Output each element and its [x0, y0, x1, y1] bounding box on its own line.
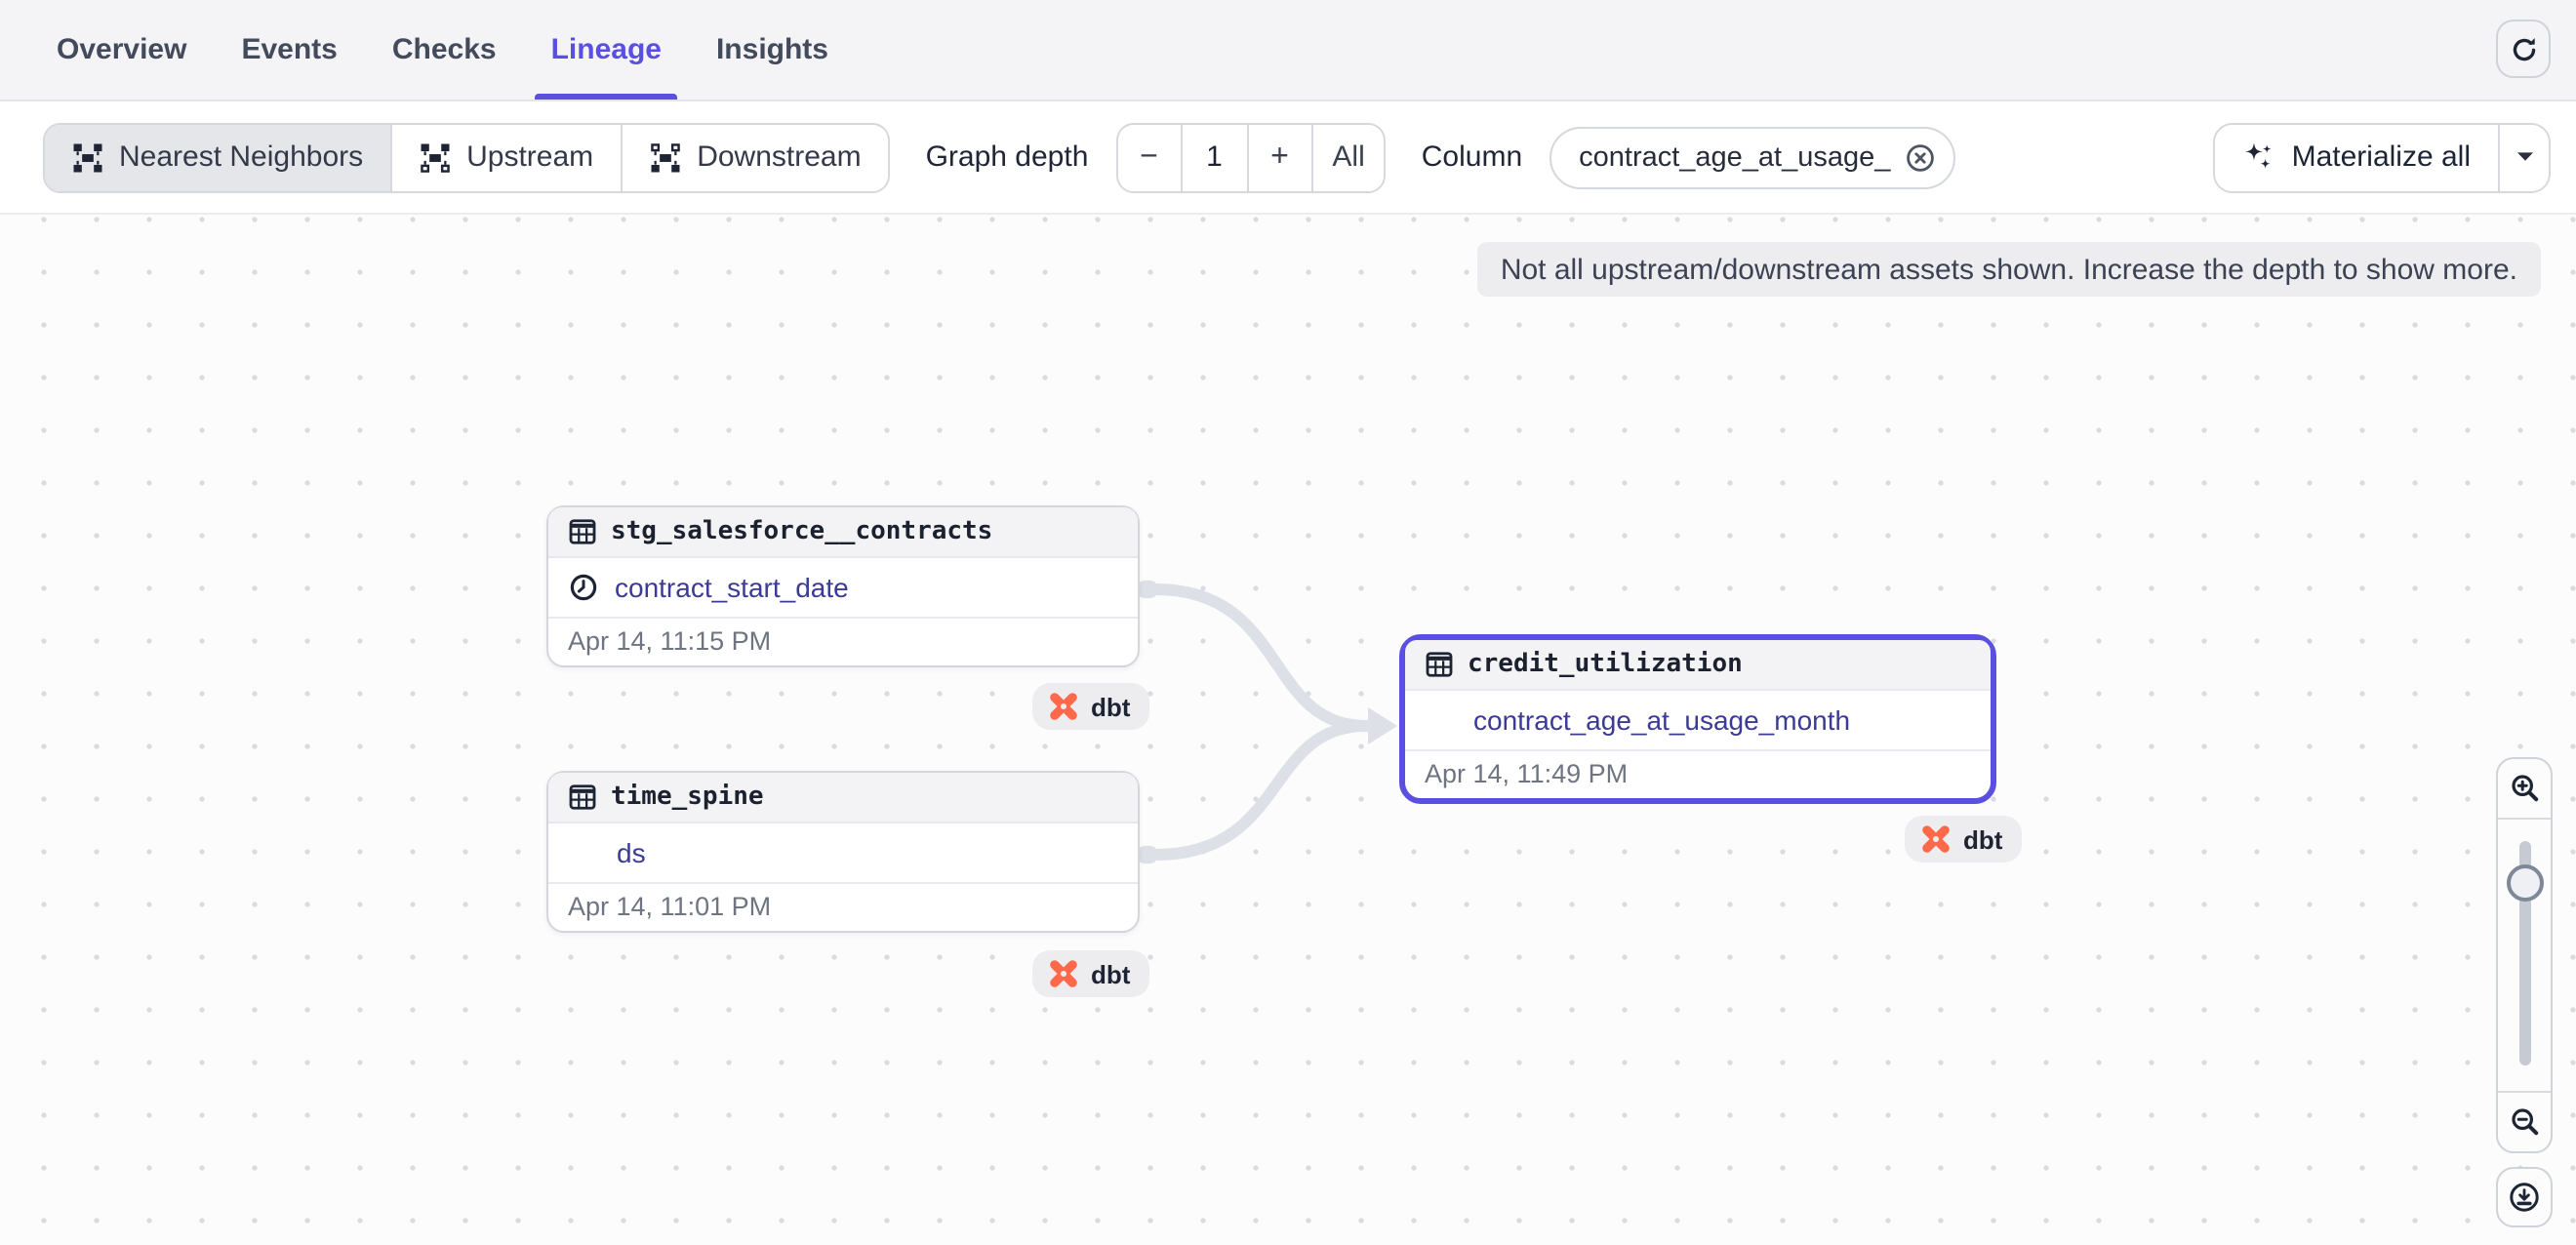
- lineage-toolbar: Nearest Neighbors Upstream: [0, 101, 2576, 215]
- node-title: time_spine: [611, 783, 764, 812]
- view-mode-nearest-neighbors[interactable]: Nearest Neighbors: [45, 124, 392, 190]
- materialize-all-label: Materialize all: [2292, 141, 2471, 174]
- refresh-button[interactable]: [2496, 20, 2551, 78]
- node-timestamp: Apr 14, 11:49 PM: [1405, 749, 1991, 798]
- center-view-icon: [2508, 1181, 2541, 1214]
- column-name: ds: [617, 837, 646, 868]
- materialize-dropdown-button[interactable]: [2498, 124, 2549, 190]
- node-header: time_spine: [548, 773, 1138, 823]
- zoom-out-button[interactable]: [2498, 1091, 2551, 1151]
- view-mode-label: Downstream: [697, 141, 861, 174]
- view-mode-label: Upstream: [466, 141, 593, 174]
- zoom-panel: [2496, 757, 2553, 1153]
- node-column-contract-start-date[interactable]: contract_start_date: [548, 558, 1138, 617]
- zoom-in-icon: [2509, 773, 2540, 804]
- node-stg-salesforce-contracts[interactable]: stg_salesforce__contracts contract_start…: [546, 505, 1140, 667]
- clear-column-filter-icon[interactable]: [1904, 141, 1935, 173]
- dbt-badge: dbt: [1905, 816, 2022, 863]
- dbt-badge: dbt: [1032, 950, 1149, 997]
- view-mode-group: Nearest Neighbors Upstream: [43, 122, 891, 192]
- view-mode-label: Nearest Neighbors: [119, 141, 363, 174]
- materialize-all-button[interactable]: Materialize all: [2216, 124, 2498, 190]
- tab-insights[interactable]: Insights: [704, 0, 840, 100]
- depth-all-button[interactable]: All: [1312, 124, 1384, 190]
- node-time-spine[interactable]: time_spine ds Apr 14, 11:01 PM: [546, 771, 1140, 933]
- zoom-slider-knob[interactable]: [2506, 864, 2543, 902]
- lineage-canvas[interactable]: Not all upstream/downstream assets shown…: [0, 215, 2576, 1245]
- column-filter-value: contract_age_at_usage_: [1579, 141, 1890, 173]
- dbt-logo-icon: [1920, 823, 1952, 855]
- dbt-logo-icon: [1048, 691, 1079, 722]
- upstream-icon: [420, 141, 451, 173]
- depth-decrease-button[interactable]: −: [1117, 124, 1182, 190]
- column-filter-chip[interactable]: contract_age_at_usage_: [1550, 126, 1954, 188]
- view-mode-downstream[interactable]: Downstream: [623, 124, 888, 190]
- column-filter-label: Column: [1422, 141, 1522, 174]
- zoom-in-button[interactable]: [2498, 759, 2551, 820]
- materialize-split-button: Materialize all: [2214, 122, 2551, 192]
- tab-lineage[interactable]: Lineage: [540, 0, 673, 100]
- clock-icon: [568, 572, 599, 603]
- dbt-badge: dbt: [1032, 683, 1149, 730]
- node-header: stg_salesforce__contracts: [548, 507, 1138, 558]
- dbt-badge-label: dbt: [1091, 692, 1130, 721]
- table-icon: [568, 517, 597, 546]
- depth-increase-button[interactable]: +: [1248, 124, 1312, 190]
- depth-value: 1: [1182, 124, 1248, 190]
- top-navbar: Overview Events Checks Lineage Insights: [0, 0, 2576, 101]
- tab-checks[interactable]: Checks: [381, 0, 508, 100]
- node-column-ds[interactable]: ds: [548, 823, 1138, 882]
- dbt-badge-label: dbt: [1963, 824, 2002, 854]
- column-name: contract_start_date: [615, 572, 849, 603]
- node-title: stg_salesforce__contracts: [611, 517, 992, 546]
- node-column-contract-age-at-usage-month[interactable]: contract_age_at_usage_month: [1405, 691, 1991, 749]
- graph-depth-label: Graph depth: [926, 141, 1089, 174]
- zoom-out-icon: [2509, 1106, 2540, 1138]
- node-credit-utilization[interactable]: credit_utilization contract_age_at_usage…: [1399, 634, 1996, 804]
- dbt-badge-label: dbt: [1091, 959, 1130, 988]
- dbt-logo-icon: [1048, 958, 1079, 989]
- tab-events[interactable]: Events: [229, 0, 348, 100]
- chevron-down-icon: [2515, 150, 2534, 164]
- tab-bar: Overview Events Checks Lineage Insights: [45, 0, 840, 100]
- node-timestamp: Apr 14, 11:01 PM: [548, 882, 1138, 931]
- lineage-edges: [0, 215, 2576, 1245]
- nearest-neighbors-icon: [72, 141, 103, 173]
- node-timestamp: Apr 14, 11:15 PM: [548, 617, 1138, 665]
- downstream-icon: [650, 141, 681, 173]
- table-icon: [1425, 650, 1454, 679]
- sparkles-icon: [2243, 141, 2276, 174]
- refresh-icon: [2509, 34, 2538, 63]
- table-icon: [568, 783, 597, 812]
- tab-overview[interactable]: Overview: [45, 0, 198, 100]
- depth-warning-banner: Not all upstream/downstream assets shown…: [1477, 242, 2541, 297]
- center-view-button[interactable]: [2496, 1167, 2553, 1227]
- zoom-slider: [2498, 820, 2551, 1091]
- view-mode-upstream[interactable]: Upstream: [392, 124, 623, 190]
- graph-depth-stepper: − 1 + All: [1115, 122, 1386, 192]
- node-header: credit_utilization: [1405, 640, 1991, 691]
- node-title: credit_utilization: [1468, 650, 1743, 679]
- column-name: contract_age_at_usage_month: [1473, 704, 1850, 736]
- lineage-page: Overview Events Checks Lineage Insights: [0, 0, 2576, 1245]
